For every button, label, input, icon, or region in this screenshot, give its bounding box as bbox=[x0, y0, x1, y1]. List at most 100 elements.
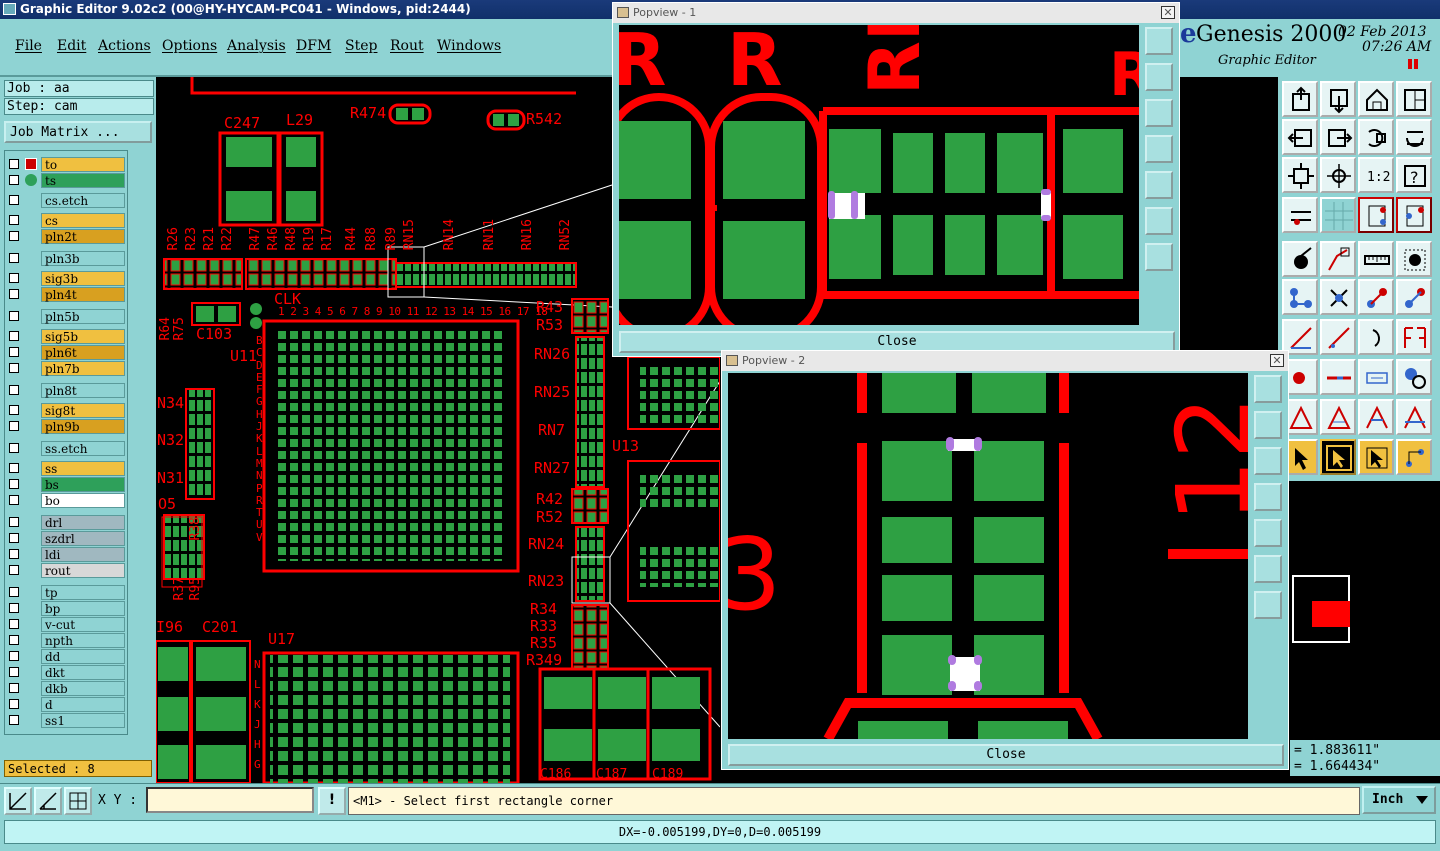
layer-checkbox[interactable] bbox=[9, 533, 19, 543]
pan-down-icon[interactable] bbox=[1320, 81, 1356, 117]
layer-row[interactable]: bs bbox=[7, 477, 127, 492]
layer-row[interactable]: drl bbox=[7, 515, 127, 530]
grid-icon[interactable] bbox=[1320, 197, 1356, 233]
polygon-fill-icon[interactable] bbox=[1320, 399, 1356, 435]
layer-row[interactable]: dkt bbox=[7, 665, 127, 680]
popview-1-close-icon[interactable]: ✕ bbox=[1161, 6, 1175, 19]
arch-tool-icon[interactable] bbox=[1358, 399, 1394, 435]
popview-2-canvas[interactable]: 3 12 bbox=[728, 373, 1248, 739]
unit-selector[interactable]: Inch bbox=[1362, 786, 1436, 814]
layer-checkbox[interactable] bbox=[9, 331, 19, 341]
split-view-icon[interactable] bbox=[1396, 81, 1432, 117]
layer-row[interactable]: npth bbox=[7, 633, 127, 648]
job-matrix-button[interactable]: Job Matrix ... bbox=[4, 121, 152, 143]
layer-checkbox[interactable] bbox=[9, 159, 19, 169]
popview-2-close-button[interactable]: Close bbox=[728, 744, 1284, 766]
layer-checkbox[interactable] bbox=[9, 683, 19, 693]
layer-row[interactable]: ss.etch bbox=[7, 441, 127, 456]
layer-name[interactable]: sig8t bbox=[41, 403, 125, 418]
exclamation-icon[interactable]: ! bbox=[318, 787, 346, 815]
layer-checkbox[interactable] bbox=[9, 635, 19, 645]
layer-checkbox[interactable] bbox=[9, 273, 19, 283]
popview-2-pan-up-icon[interactable] bbox=[1254, 411, 1282, 439]
popview-1-center-icon[interactable] bbox=[1145, 243, 1173, 271]
layer-name[interactable]: pln9b bbox=[41, 419, 125, 434]
dome-tool-icon[interactable] bbox=[1396, 399, 1432, 435]
layer-row[interactable]: sig8t bbox=[7, 403, 127, 418]
layer-row[interactable]: v-cut bbox=[7, 617, 127, 632]
rotate-view-icon[interactable] bbox=[1358, 119, 1394, 155]
layer-checkbox[interactable] bbox=[9, 405, 19, 415]
menu-windows[interactable]: Windows bbox=[437, 38, 501, 54]
popview-1-pan-right-icon[interactable] bbox=[1145, 171, 1173, 199]
measure-icon[interactable] bbox=[34, 787, 62, 815]
slash-tool-icon[interactable] bbox=[1320, 319, 1356, 355]
popview-1-pan-left-icon[interactable] bbox=[1145, 135, 1173, 163]
layer-name[interactable]: ss bbox=[41, 461, 125, 476]
popview-2-close-icon[interactable]: ✕ bbox=[1270, 354, 1284, 367]
delete-net-icon[interactable] bbox=[1320, 279, 1356, 315]
layer-name[interactable]: bo bbox=[41, 493, 125, 508]
layer-name[interactable]: bp bbox=[41, 601, 125, 616]
zoom-area-icon[interactable] bbox=[4, 787, 32, 815]
popview-1-fit-icon[interactable] bbox=[1145, 207, 1173, 235]
layer-checkbox[interactable] bbox=[9, 347, 19, 357]
copy-tool-icon[interactable] bbox=[1396, 359, 1432, 395]
net-icon[interactable] bbox=[1282, 279, 1318, 315]
layer-name[interactable]: ts bbox=[41, 173, 125, 188]
layer-name[interactable]: sig3b bbox=[41, 271, 125, 286]
layer-checkbox[interactable] bbox=[9, 715, 19, 725]
popview-2-fit-icon[interactable] bbox=[1254, 555, 1282, 583]
menu-rout[interactable]: Rout bbox=[390, 38, 424, 54]
layer-name[interactable]: to bbox=[41, 157, 125, 172]
layer-checkbox[interactable] bbox=[9, 517, 19, 527]
popview-1-pan-down-icon[interactable] bbox=[1145, 99, 1173, 127]
layer-row[interactable]: pln6t bbox=[7, 345, 127, 360]
menu-step[interactable]: Step bbox=[345, 38, 377, 54]
menu-edit[interactable]: Edit bbox=[57, 38, 86, 54]
layer-row[interactable]: cs.etch bbox=[7, 193, 127, 208]
layer-row[interactable]: pln3b bbox=[7, 251, 127, 266]
layer-name[interactable]: dkt bbox=[41, 665, 125, 680]
pan-right-icon[interactable] bbox=[1320, 119, 1356, 155]
grid-snap-icon[interactable] bbox=[64, 787, 92, 815]
layer-checkbox[interactable] bbox=[9, 587, 19, 597]
mirror-tool-icon[interactable] bbox=[1396, 319, 1432, 355]
layer-row[interactable]: bp bbox=[7, 601, 127, 616]
layer-row[interactable]: pln9b bbox=[7, 419, 127, 434]
layer-name[interactable]: cs.etch bbox=[41, 193, 125, 208]
layer-row[interactable]: d bbox=[7, 697, 127, 712]
layer-name[interactable]: v-cut bbox=[41, 617, 125, 632]
menu-actions[interactable]: Actions bbox=[98, 38, 151, 54]
layer-name[interactable]: pln6t bbox=[41, 345, 125, 360]
layer-row[interactable]: ldi bbox=[7, 547, 127, 562]
popview-1-pan-up-icon[interactable] bbox=[1145, 63, 1173, 91]
layer-checkbox[interactable] bbox=[9, 175, 19, 185]
layer-checkbox[interactable] bbox=[9, 289, 19, 299]
layer-name[interactable]: tp bbox=[41, 585, 125, 600]
ruler-icon[interactable] bbox=[1358, 241, 1394, 277]
layer-row[interactable]: to bbox=[7, 157, 127, 172]
layer-checkbox[interactable] bbox=[9, 463, 19, 473]
menu-file[interactable]: File bbox=[15, 38, 42, 54]
layer-checkbox[interactable] bbox=[9, 479, 19, 489]
layer-name[interactable]: pln8t bbox=[41, 383, 125, 398]
arc-tool-icon[interactable] bbox=[1358, 319, 1394, 355]
zoom-home-icon[interactable] bbox=[1282, 81, 1318, 117]
layer-name[interactable]: ldi bbox=[41, 547, 125, 562]
layer-row[interactable]: ss bbox=[7, 461, 127, 476]
layer-row[interactable]: sig5b bbox=[7, 329, 127, 344]
add-line-icon[interactable] bbox=[1320, 241, 1356, 277]
layer-row[interactable]: tp bbox=[7, 585, 127, 600]
layer-checkbox[interactable] bbox=[9, 495, 19, 505]
layer-row[interactable]: szdrl bbox=[7, 531, 127, 546]
layer-name[interactable]: ss.etch bbox=[41, 441, 125, 456]
layer-checkbox[interactable] bbox=[9, 443, 19, 453]
connect-icon[interactable] bbox=[1396, 197, 1432, 233]
layer-checkbox[interactable] bbox=[9, 565, 19, 575]
layer-row[interactable]: dkb bbox=[7, 681, 127, 696]
route-alt-icon[interactable] bbox=[1396, 279, 1432, 315]
route-icon[interactable] bbox=[1358, 279, 1394, 315]
layer-name[interactable]: pln5b bbox=[41, 309, 125, 324]
popview-1-zoom-icon[interactable] bbox=[1145, 27, 1173, 55]
